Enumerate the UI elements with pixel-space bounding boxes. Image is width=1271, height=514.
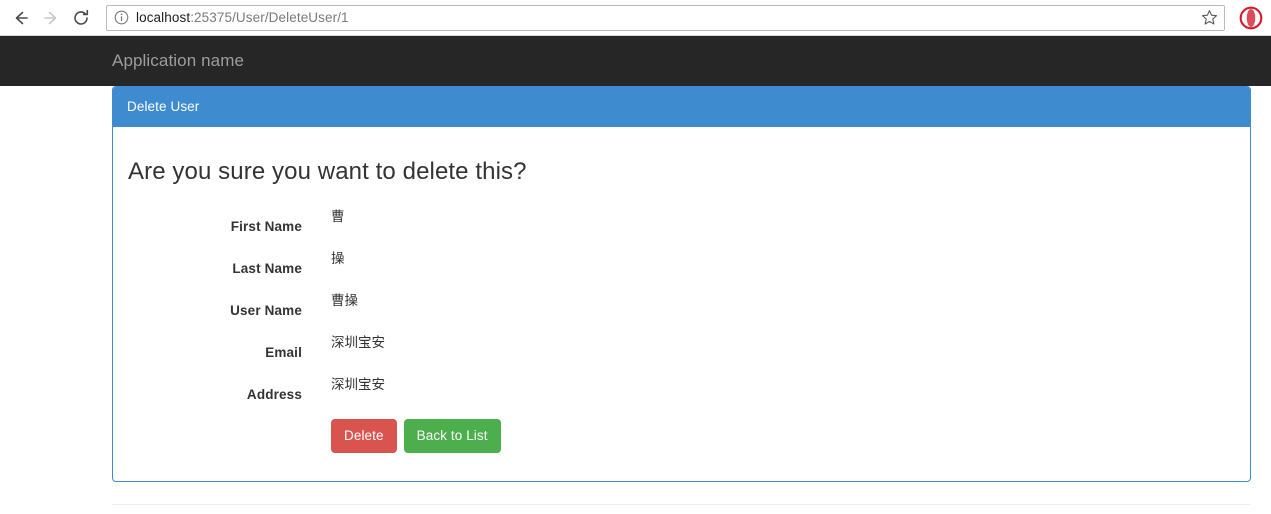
- panel-title: Delete User: [127, 99, 200, 114]
- url-text: localhost:25375/User/DeleteUser/1: [136, 10, 349, 25]
- navbar-brand[interactable]: Application name: [112, 51, 244, 71]
- detail-value-first-name: 曹: [331, 209, 345, 224]
- forward-button[interactable]: [36, 3, 66, 33]
- address-bar[interactable]: localhost:25375/User/DeleteUser/1: [106, 4, 1225, 31]
- web-page: Application name Delete User Are you sur…: [0, 36, 1271, 514]
- url-host: localhost: [136, 10, 191, 25]
- delete-button[interactable]: Delete: [331, 419, 397, 453]
- detail-value-last-name: 操: [331, 251, 345, 266]
- form-actions: Delete Back to List: [331, 419, 1236, 453]
- footer-divider: [112, 504, 1251, 505]
- user-details-list: First Name 曹 Last Name 操 User Name 曹操 Em…: [127, 205, 1236, 415]
- detail-row-user-name: User Name 曹操: [127, 289, 1236, 331]
- detail-label-first-name: First Name: [230, 219, 302, 234]
- detail-value-address: 深圳宝安: [331, 377, 385, 392]
- opera-logo-icon[interactable]: [1235, 2, 1267, 34]
- detail-row-email: Email 深圳宝安: [127, 331, 1236, 373]
- detail-value-user-name: 曹操: [331, 293, 358, 308]
- delete-user-panel: Delete User Are you sure you want to del…: [112, 86, 1251, 482]
- arrow-left-icon: [11, 8, 31, 28]
- page-container: Delete User Are you sure you want to del…: [112, 86, 1251, 482]
- detail-value-email: 深圳宝安: [331, 335, 385, 350]
- reload-icon: [71, 8, 91, 28]
- detail-label-last-name: Last Name: [232, 261, 302, 276]
- url-path: :25375/User/DeleteUser/1: [190, 10, 349, 25]
- browser-toolbar: localhost:25375/User/DeleteUser/1: [0, 0, 1271, 36]
- detail-label-user-name: User Name: [230, 303, 302, 318]
- page-title: Are you sure you want to delete this?: [128, 158, 527, 185]
- detail-row-last-name: Last Name 操: [127, 247, 1236, 289]
- detail-label-email: Email: [265, 345, 302, 360]
- detail-label-address: Address: [246, 387, 302, 402]
- panel-heading: Delete User: [113, 87, 1250, 127]
- info-circle-icon[interactable]: [113, 10, 129, 26]
- detail-row-first-name: First Name 曹: [127, 205, 1236, 247]
- reload-button[interactable]: [66, 3, 96, 33]
- back-to-list-button[interactable]: Back to List: [403, 419, 501, 453]
- app-navbar: Application name: [0, 36, 1271, 86]
- star-bookmark-icon[interactable]: [1200, 9, 1218, 27]
- panel-body: Are you sure you want to delete this? Fi…: [113, 127, 1250, 481]
- detail-row-address: Address 深圳宝安: [127, 373, 1236, 415]
- arrow-right-icon: [41, 8, 61, 28]
- back-button[interactable]: [6, 3, 36, 33]
